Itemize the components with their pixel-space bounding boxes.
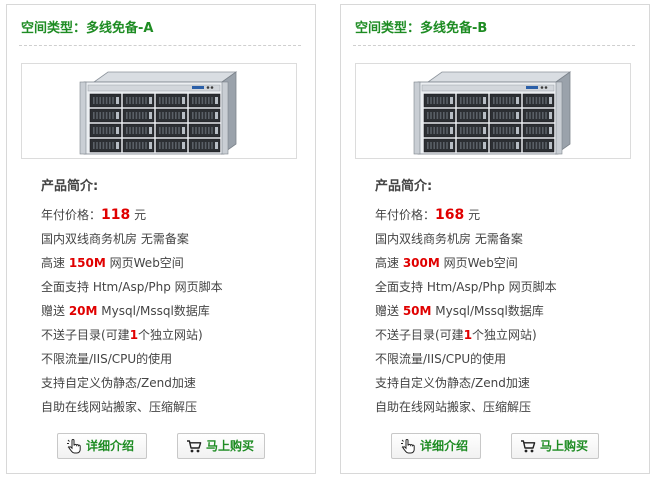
rewrite-row: 支持自定义伪静态/Zend加速 (41, 376, 196, 390)
speed-suffix: 网页Web空间 (439, 256, 518, 270)
subdir-row: 不送子目录(可建1个独立网站) (375, 323, 557, 347)
speed-prefix: 高速 (41, 256, 69, 270)
price-unit: 元 (464, 208, 481, 222)
price-label: 年付价格： (375, 208, 436, 222)
buy-now-button[interactable]: 马上购买 (177, 433, 265, 459)
feature-room: 国内双线商务机房 无需备案 (375, 232, 523, 246)
subdir-suffix: 个独立网站) (138, 328, 203, 342)
hand-pointer-icon (67, 439, 81, 454)
db-value: 50M (402, 304, 432, 318)
shopping-cart-icon (521, 440, 536, 453)
traffic-row: 不限流量/IIS/CPU的使用 (41, 352, 173, 366)
subdir-prefix: 不送子目录(可建 (41, 328, 130, 342)
hand-pointer-icon (401, 439, 415, 454)
db-prefix: 赠送 (41, 304, 69, 318)
product-info: 产品简介: 年付价格：168 元 国内双线商务机房 无需备案 高速 300M 网… (375, 179, 557, 419)
migrate-row: 自助在线网站搬家、压缩解压 (41, 400, 198, 414)
speed-prefix: 高速 (375, 256, 403, 270)
intro-heading: 产品简介: (41, 179, 99, 194)
db-suffix: Mysql/Mssql数据库 (97, 304, 210, 318)
title-divider (353, 45, 635, 46)
speed-row: 高速 300M 网页Web空间 (375, 251, 557, 275)
db-suffix: Mysql/Mssql数据库 (431, 304, 544, 318)
product-info: 产品简介: 年付价格：118 元 国内双线商务机房 无需备案 高速 150M 网… (41, 179, 223, 419)
subdir-value: 1 (463, 328, 473, 342)
product-list: 空间类型：多线免备-A 产品简介: 年付价格：118 元 国内双线商务机房 无需… (0, 0, 655, 480)
subdir-suffix: 个独立网站) (472, 328, 537, 342)
product-image-frame (21, 63, 297, 159)
price-value: 168 (435, 207, 465, 223)
migrate-row: 自助在线网站搬家、压缩解压 (375, 400, 532, 414)
speed-row: 高速 150M 网页Web空间 (41, 251, 223, 275)
detail-button-label: 详细介绍 (420, 439, 469, 453)
speed-value: 150M (68, 256, 106, 270)
db-value: 20M (68, 304, 98, 318)
subdir-row: 不送子目录(可建1个独立网站) (41, 323, 223, 347)
price-row: 年付价格：168 元 (375, 203, 557, 227)
product-title: 空间类型：多线免备-B (355, 21, 488, 36)
subdir-prefix: 不送子目录(可建 (375, 328, 464, 342)
product-card-b: 空间类型：多线免备-B 产品简介: 年付价格：168 元 国内双线商务机房 无需… (340, 4, 650, 474)
db-prefix: 赠送 (375, 304, 403, 318)
product-card-a: 空间类型：多线免备-A 产品简介: 年付价格：118 元 国内双线商务机房 无需… (6, 4, 316, 474)
speed-suffix: 网页Web空间 (105, 256, 184, 270)
subdir-value: 1 (129, 328, 139, 342)
price-unit: 元 (130, 208, 147, 222)
buy-button-label: 马上购买 (206, 439, 255, 453)
traffic-row: 不限流量/IIS/CPU的使用 (375, 352, 507, 366)
intro-heading: 产品简介: (375, 179, 433, 194)
shopping-cart-icon (187, 440, 202, 453)
support-row: 全面支持 Htm/Asp/Php 网页脚本 (375, 280, 557, 294)
feature-room: 国内双线商务机房 无需备案 (41, 232, 189, 246)
product-title: 空间类型：多线免备-A (21, 21, 154, 36)
buy-button-label: 马上购买 (540, 439, 589, 453)
title-divider (19, 45, 301, 46)
detail-button-label: 详细介绍 (86, 439, 135, 453)
speed-value: 300M (402, 256, 440, 270)
rack-server-image (413, 71, 572, 155)
price-value: 118 (101, 207, 131, 223)
database-row: 赠送 50M Mysql/Mssql数据库 (375, 299, 557, 323)
price-row: 年付价格：118 元 (41, 203, 223, 227)
price-label: 年付价格： (41, 208, 102, 222)
rack-server-image (79, 71, 238, 155)
support-row: 全面支持 Htm/Asp/Php 网页脚本 (41, 280, 223, 294)
detail-button[interactable]: 详细介绍 (391, 433, 481, 459)
product-image-frame (355, 63, 631, 159)
database-row: 赠送 20M Mysql/Mssql数据库 (41, 299, 223, 323)
buy-now-button[interactable]: 马上购买 (511, 433, 599, 459)
detail-button[interactable]: 详细介绍 (57, 433, 147, 459)
rewrite-row: 支持自定义伪静态/Zend加速 (375, 376, 530, 390)
